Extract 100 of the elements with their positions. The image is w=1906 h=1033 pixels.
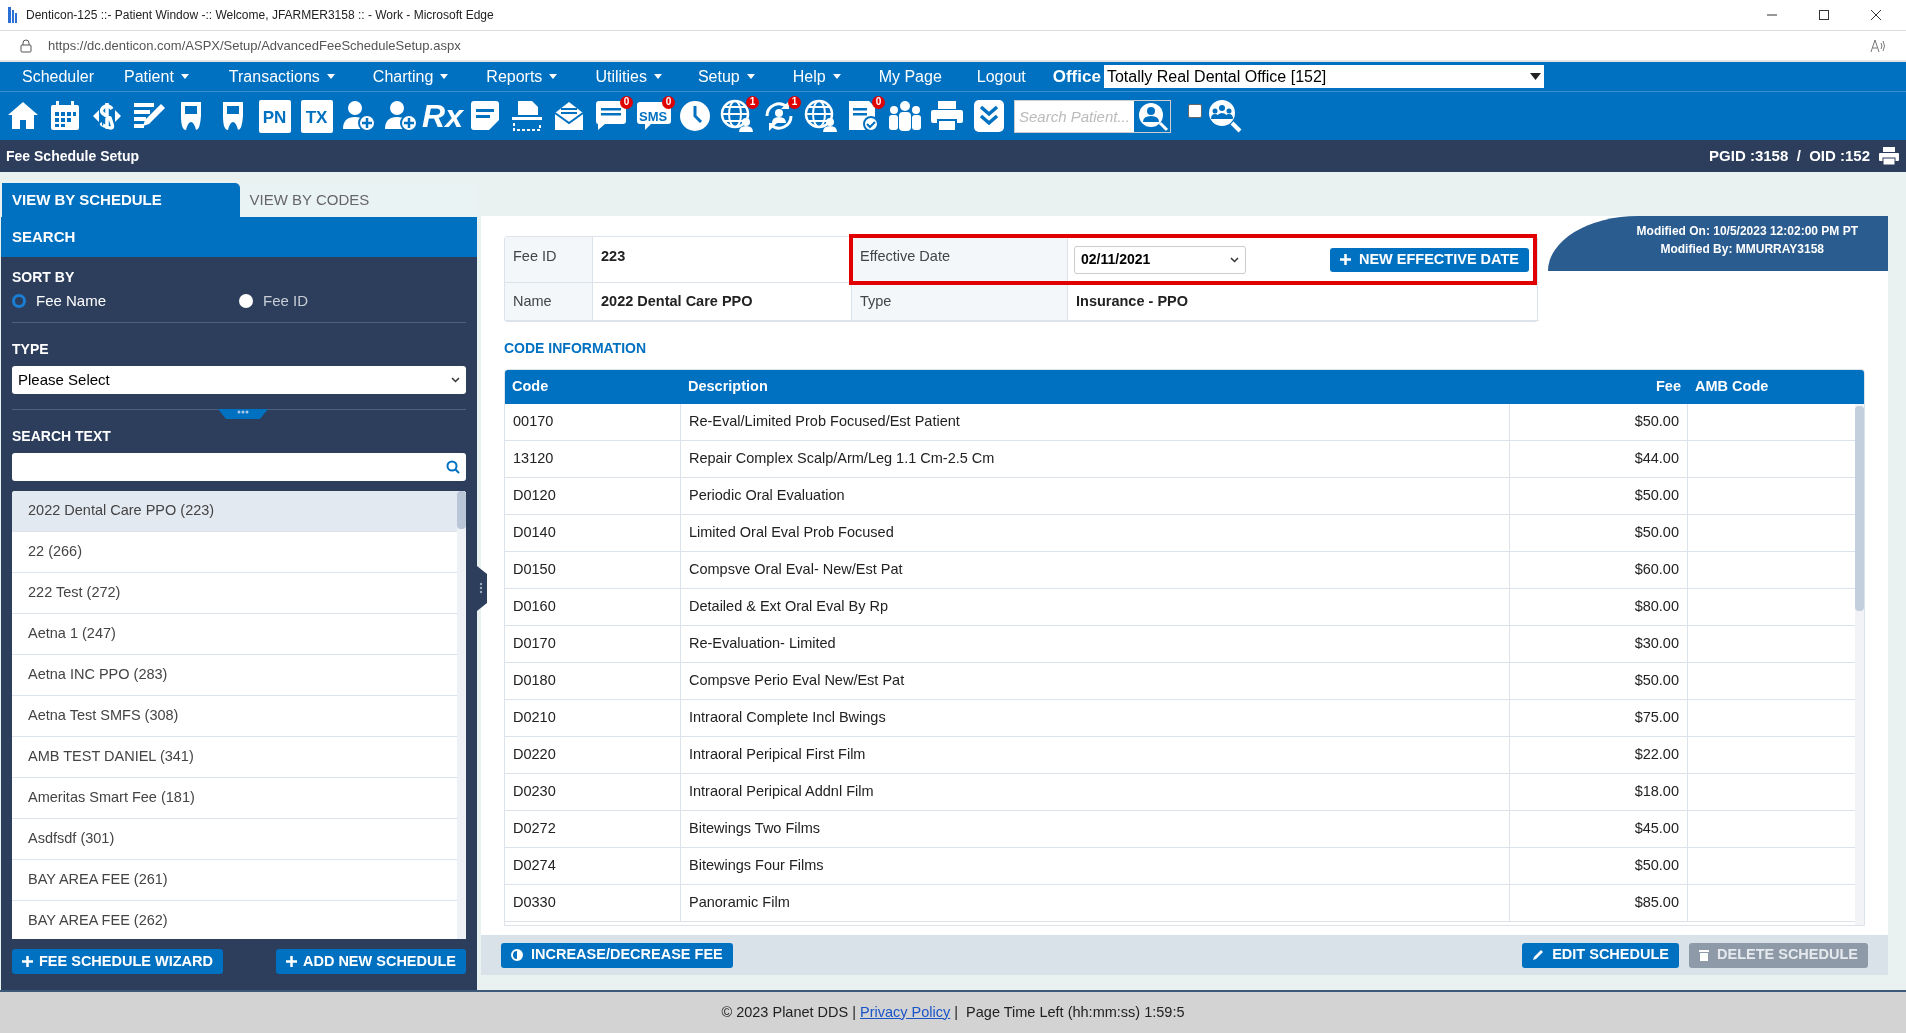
notification-badge: 1 [788, 95, 801, 109]
menu-item[interactable]: Setup [697, 64, 755, 89]
table-cell: $50.00 [1510, 515, 1688, 551]
caret-icon [746, 74, 755, 79]
table-cell: Limited Oral Eval Prob Focused [681, 515, 1510, 551]
table-cell: $22.00 [1510, 737, 1688, 773]
maximize-icon[interactable] [1818, 9, 1830, 21]
date-select[interactable]: 02/11/2021 [1074, 245, 1246, 274]
caret-icon [549, 74, 558, 79]
menu-item[interactable]: My Page [878, 64, 942, 89]
edit-schedule-button[interactable]: EDIT SCHEDULE [1522, 942, 1679, 968]
contrast-icon [511, 949, 523, 961]
app-icon [8, 7, 18, 23]
close-icon[interactable] [1870, 9, 1882, 21]
plus-icon [285, 956, 297, 967]
notification-badge: 0 [662, 95, 675, 109]
patient-search-input[interactable]: Search Patient... [1015, 100, 1134, 132]
menu-item[interactable]: Transactions [228, 64, 335, 89]
patient-search-field[interactable]: Search Patient... [1014, 99, 1171, 133]
caret-icon [832, 74, 841, 79]
table-cell: Intraoral Peripical Addnl Film [681, 774, 1510, 810]
table-cell: Bitewings Two Films [681, 811, 1510, 847]
menu-item[interactable]: Charting [372, 64, 449, 89]
chevron-down-icon [451, 377, 460, 383]
radio-option[interactable]: Fee ID [239, 289, 466, 313]
menu-item[interactable]: Patient [124, 64, 189, 89]
column-header[interactable]: Code [505, 370, 681, 404]
caret-icon [1529, 73, 1541, 80]
office-label: Office [1052, 65, 1101, 88]
scrollbar-thumb[interactable] [457, 491, 466, 529]
tab[interactable]: VIEW BY SCHEDULE [2, 183, 240, 217]
search-patient-icon[interactable] [1134, 100, 1170, 132]
document-tag-icon[interactable]: TX [300, 99, 333, 133]
resize-handle[interactable] [218, 409, 268, 419]
table-cell: 00170 [505, 404, 681, 440]
table-cell: Re-Eval/Limited Prob Focused/Est Patient [681, 404, 1510, 440]
globe-icon[interactable] [718, 98, 755, 134]
office-select[interactable]: Totally Real Dental Office [152] [1103, 65, 1544, 88]
radio-option[interactable]: Fee Name [12, 289, 239, 313]
menu-item[interactable]: Scheduler [22, 64, 95, 89]
search-icon[interactable] [446, 460, 460, 474]
table-cell: Re-Evaluation- Limited [681, 626, 1510, 662]
privacy-policy-link[interactable]: Privacy Policy [860, 1001, 951, 1024]
table-cell: D0160 [505, 589, 681, 625]
add-schedule-button[interactable]: ADD NEW SCHEDULE [275, 949, 466, 974]
type-select[interactable]: Please Select [12, 366, 466, 394]
ids-text: PGID :3158 / OID :152 [1709, 145, 1870, 166]
adjust-fee-button[interactable]: INCREASE/DECREASE FEE [501, 942, 733, 968]
field-value: Insurance - PPO [1068, 283, 1539, 321]
group-search-icon[interactable] [1207, 98, 1243, 134]
prescription-icon[interactable]: Rx [422, 100, 463, 132]
menu-item[interactable]: Utilities [595, 64, 662, 89]
table-cell: D0120 [505, 478, 681, 514]
table-cell: D0330 [505, 885, 681, 921]
modified-by: Modified By: MMURRAY3158 [1660, 241, 1825, 258]
table-cell: Bitewings Four Films [681, 848, 1510, 884]
table-cell: D0170 [505, 626, 681, 662]
table-cell: D0220 [505, 737, 681, 773]
radio-button[interactable] [239, 294, 253, 308]
table-cell: Compsve Perio Eval New/Est Pat [681, 663, 1510, 699]
menu-item[interactable]: Help [792, 64, 841, 89]
search-field[interactable] [12, 453, 466, 481]
table-cell: $50.00 [1510, 848, 1688, 884]
new-effective-date-button[interactable]: NEW EFFECTIVE DATE [1329, 247, 1529, 272]
scrollbar-thumb[interactable] [1855, 406, 1864, 611]
table-cell: $50.00 [1510, 478, 1688, 514]
column-header[interactable]: Fee [1510, 370, 1688, 404]
list-item[interactable]: 2022 Dental Care PPO (223) [12, 491, 457, 532]
notification-badge: 0 [872, 95, 885, 109]
caret-icon [653, 74, 662, 79]
caret-icon [180, 74, 189, 79]
menu-item[interactable]: Reports [486, 64, 558, 89]
field-label: Fee ID [505, 237, 593, 283]
table-cell: $50.00 [1510, 404, 1688, 440]
menu-item[interactable]: Logout [976, 64, 1026, 89]
window-title: Denticon-125 ::- Patient Window -:: Welcome, JFARMER3158 :: - Work - Microsoft Edge [26, 7, 495, 24]
table-cell: D0274 [505, 848, 681, 884]
column-header[interactable]: AMB Code [1688, 370, 1864, 404]
field-label: Effective Date [852, 237, 1068, 283]
table-cell: Detailed & Ext Oral Eval By Rp [681, 589, 1510, 625]
globe-icon[interactable] [802, 98, 839, 134]
table-cell: Periodic Oral Evaluation [681, 478, 1510, 514]
wizard-button[interactable]: FEE SCHEDULE WIZARD [12, 949, 223, 974]
table-cell: D0272 [505, 811, 681, 847]
trash-icon [1699, 949, 1709, 961]
table-cell: Repair Complex Scalp/Arm/Leg 1.1 Cm-2.5 Cm [681, 441, 1510, 477]
people-group-icon[interactable] [886, 98, 923, 134]
document-tag-icon[interactable]: PN [258, 99, 291, 133]
column-header[interactable]: Description [681, 370, 1510, 404]
collapse-handle[interactable] [477, 566, 487, 611]
field-value: 223 [593, 237, 852, 283]
read-aloud-icon[interactable] [1870, 38, 1886, 53]
radio-button[interactable] [12, 294, 26, 308]
notification-badge: 0 [620, 95, 633, 109]
checkbox[interactable] [1188, 104, 1202, 118]
table-cell: $45.00 [1510, 811, 1688, 847]
table-cell: Compsve Oral Eval- New/Est Pat [681, 552, 1510, 588]
page-title: Fee Schedule Setup [6, 146, 141, 166]
printer-icon[interactable] [1878, 146, 1900, 166]
section-label: SORT BY [12, 268, 76, 287]
